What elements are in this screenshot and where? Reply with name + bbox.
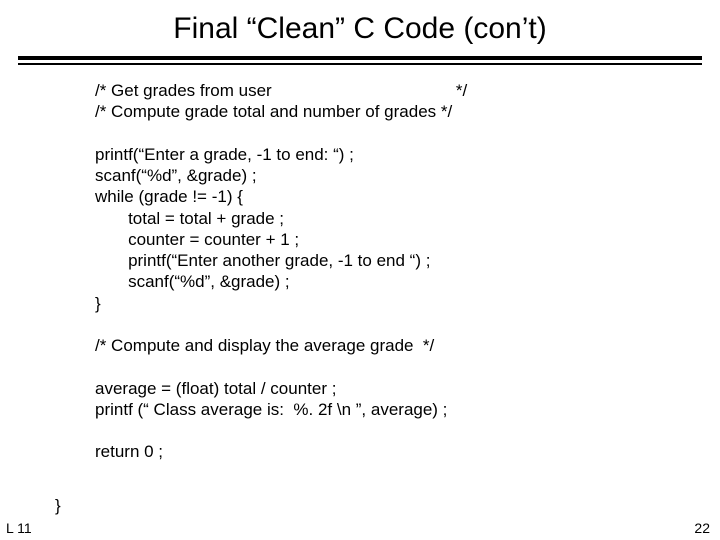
code-line: scanf(“%d”, &grade) ; [128,272,290,291]
slide: Final “Clean” C Code (con’t) /* Get grad… [0,0,720,540]
code-line: printf(“Enter a grade, -1 to end: “) ; [95,145,354,164]
code-line: scanf(“%d”, &grade) ; [95,166,257,185]
code-line: printf(“Enter another grade, -1 to end “… [128,251,430,270]
slide-number: 22 [694,520,710,536]
title-rule [18,56,702,65]
code-line: /* Compute grade total and number of gra… [95,102,452,121]
code-line: counter = counter + 1 ; [128,230,299,249]
code-line: /* Compute and display the average grade… [95,336,434,355]
closing-brace: } [55,496,61,516]
code-line: while (grade != -1) { [95,187,243,206]
code-line: return 0 ; [95,442,163,461]
code-line: /* Get grades from user [95,81,272,100]
code-line: average = (float) total / counter ; [95,379,336,398]
footer-left: L 11 [6,520,32,536]
code-line: */ [456,81,467,100]
code-block: /* Get grades from user */ /* Compute gr… [95,80,467,463]
code-line: } [95,294,101,313]
code-line: total = total + grade ; [128,209,284,228]
slide-title: Final “Clean” C Code (con’t) [0,0,720,56]
code-line: printf (“ Class average is: %. 2f \n ”, … [95,400,447,419]
